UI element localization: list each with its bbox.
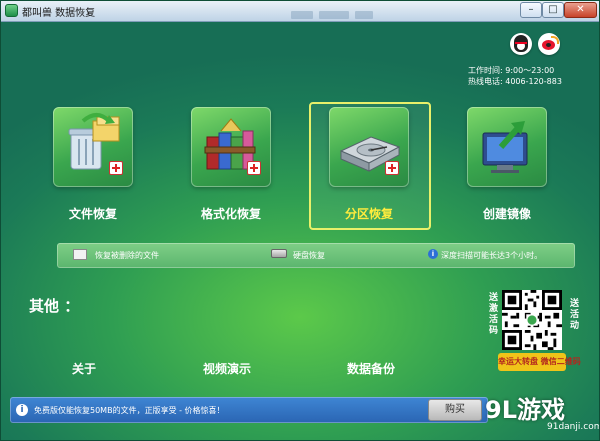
others-section-title: 其他 ： [29, 297, 80, 315]
qq-icon[interactable] [510, 33, 532, 55]
partition-recovery-label[interactable]: 分区恢复 [309, 205, 429, 222]
info-text-disk-recovery: 硬盘恢复 [293, 251, 325, 260]
maximize-button[interactable]: □ [542, 2, 564, 18]
file-recovery-label[interactable]: 文件恢复 [33, 205, 153, 222]
format-recovery-label[interactable]: 格式化恢复 [171, 205, 291, 222]
notice-text: 免费版仅能恢复50MB的文件，正版享受 - 价格惊喜！ [34, 406, 225, 415]
buy-button[interactable]: 购买 [428, 399, 482, 421]
hotline: 热线电话: 4006-120-883 [468, 77, 562, 86]
qr-code-panel[interactable]: 送激活码 送活动 幸运大转盘 微信二维码 [487, 287, 587, 383]
add-badge-icon [247, 161, 261, 175]
watermark-logo: 9L游戏 [485, 396, 565, 424]
title-bar-decoration [291, 4, 381, 19]
about-link[interactable]: 关于 [72, 360, 96, 377]
watermark-url: 91danji.com [547, 422, 600, 432]
contact-info: 工作时间: 9:00～23:00 热线电话: 4006-120-883 [468, 65, 562, 87]
title-bar[interactable]: 都叫兽 数据恢复 – □ ✕ [1, 1, 599, 22]
document-icon [73, 249, 87, 260]
create-image-label[interactable]: 创建镜像 [447, 205, 567, 222]
video-demo-link[interactable]: 视频演示 [203, 360, 251, 377]
recycle-bin-icon [68, 113, 120, 170]
qr-banner: 幸运大转盘 微信二维码 [498, 353, 581, 371]
feature-info-bar: 恢复被删除的文件 硬盘恢复 i 深度扫描可能长达3个小时。 [57, 243, 575, 268]
file-recovery-card[interactable] [53, 107, 133, 187]
add-badge-icon [109, 161, 123, 175]
site-watermark: 9L游戏 91danji.com [485, 386, 599, 440]
qr-left-text: 送激活码 [488, 293, 498, 336]
drive-icon [271, 249, 287, 258]
notice-bar: i 免费版仅能恢复50MB的文件，正版享受 - 价格惊喜！ [10, 397, 488, 423]
hard-disk-icon [339, 136, 401, 172]
data-backup-link[interactable]: 数据备份 [347, 360, 395, 377]
format-recovery-card[interactable] [191, 107, 271, 187]
app-window: 都叫兽 数据恢复 – □ ✕ 工作时间: 9:00～23:00 热线电话: 40… [0, 0, 600, 441]
work-hours: 工作时间: 9:00～23:00 [468, 66, 555, 75]
app-logo-icon [5, 4, 18, 17]
qr-right-text: 送活动 [569, 299, 579, 331]
monitor-arrow-icon [482, 121, 528, 173]
create-image-card[interactable] [467, 107, 547, 187]
close-button[interactable]: ✕ [564, 2, 597, 18]
window-title: 都叫兽 数据恢复 [22, 8, 96, 19]
info-text-deleted-files: 恢复被删除的文件 [95, 251, 159, 260]
info-icon: i [428, 249, 438, 259]
add-badge-icon [385, 161, 399, 175]
partition-recovery-card[interactable] [329, 107, 409, 187]
qr-code-image [502, 290, 562, 350]
info-text-deep-scan: 深度扫描可能长达3个小时。 [441, 251, 543, 260]
winrar-books-icon [204, 118, 256, 170]
minimize-button[interactable]: – [520, 2, 542, 18]
info-icon: i [16, 404, 28, 416]
weibo-icon[interactable] [538, 33, 560, 55]
